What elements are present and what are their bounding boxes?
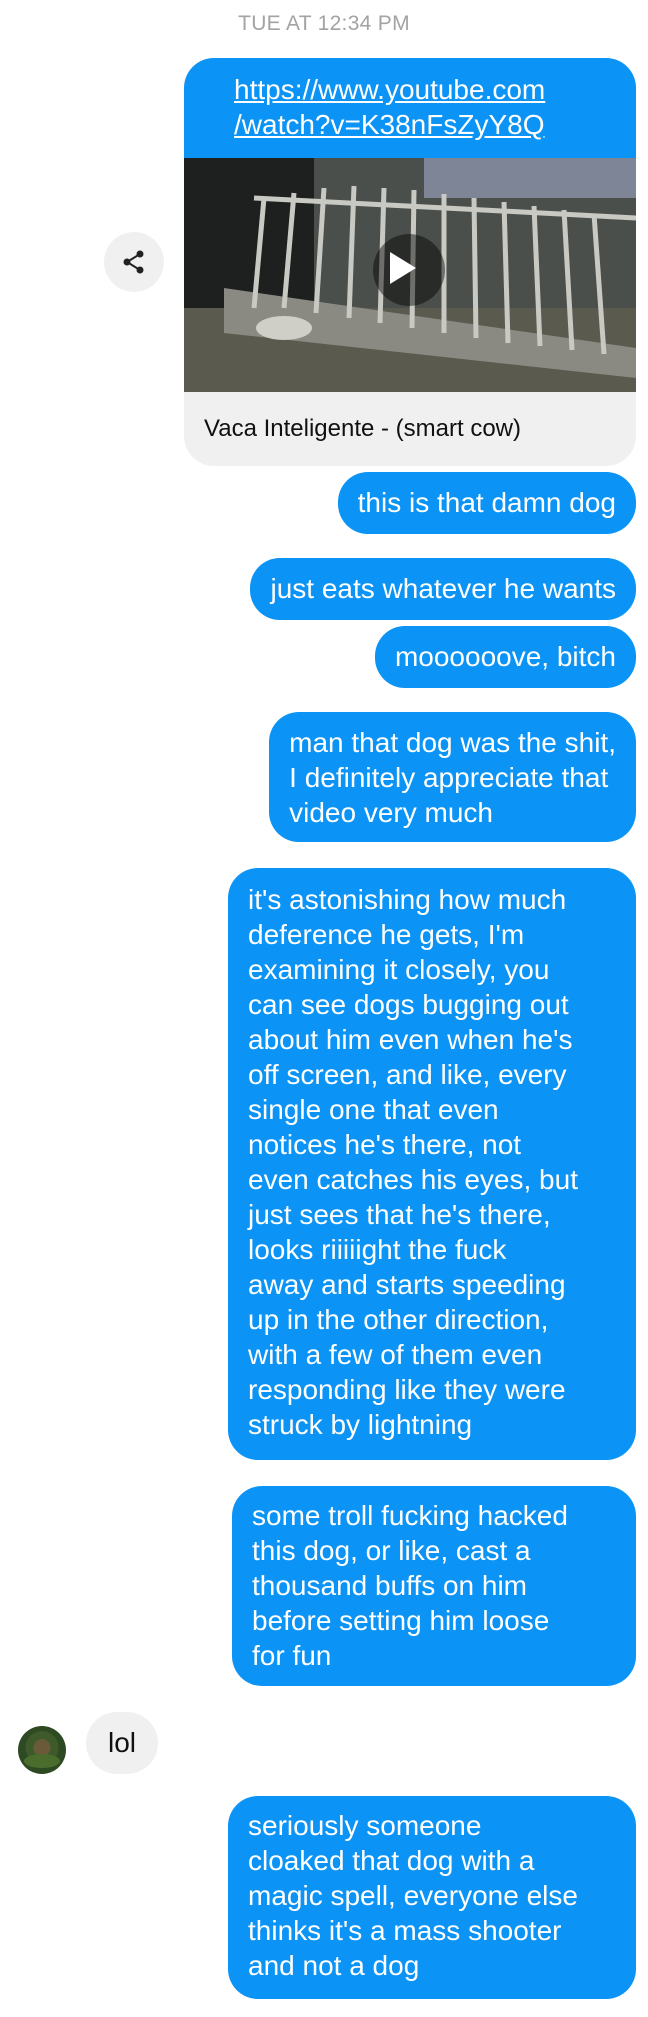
youtube-link-card[interactable]: https://www.youtube.com /watch?v=K38nFsZ… — [184, 58, 636, 466]
youtube-link[interactable]: https://www.youtube.com /watch?v=K38nFsZ… — [234, 72, 636, 142]
link-url-area[interactable]: https://www.youtube.com /watch?v=K38nFsZ… — [184, 58, 636, 158]
message-bubble: it's astonishing how much deference he g… — [228, 868, 636, 1460]
message-bubble: this is that damn dog — [337, 472, 636, 534]
message-timestamp: TUE AT 12:34 PM — [238, 12, 410, 35]
share-button[interactable] — [104, 232, 164, 292]
message-bubble: moooooove, bitch — [374, 626, 636, 688]
contact-avatar[interactable] — [18, 1726, 66, 1774]
video-title: Vaca Inteligente - (smart cow) — [204, 415, 522, 442]
message-bubble: some troll fucking hacked this dog, or l… — [232, 1486, 636, 1686]
video-thumbnail[interactable] — [184, 158, 636, 392]
play-icon[interactable] — [390, 252, 416, 284]
message-bubble: just eats whatever he wants — [250, 558, 636, 620]
incoming-message-bubble: lol — [86, 1712, 158, 1774]
message-bubble: seriously someone cloaked that dog with … — [228, 1796, 636, 1999]
share-icon — [123, 250, 144, 274]
message-bubble: man that dog was the shit, I definitely … — [269, 712, 636, 842]
